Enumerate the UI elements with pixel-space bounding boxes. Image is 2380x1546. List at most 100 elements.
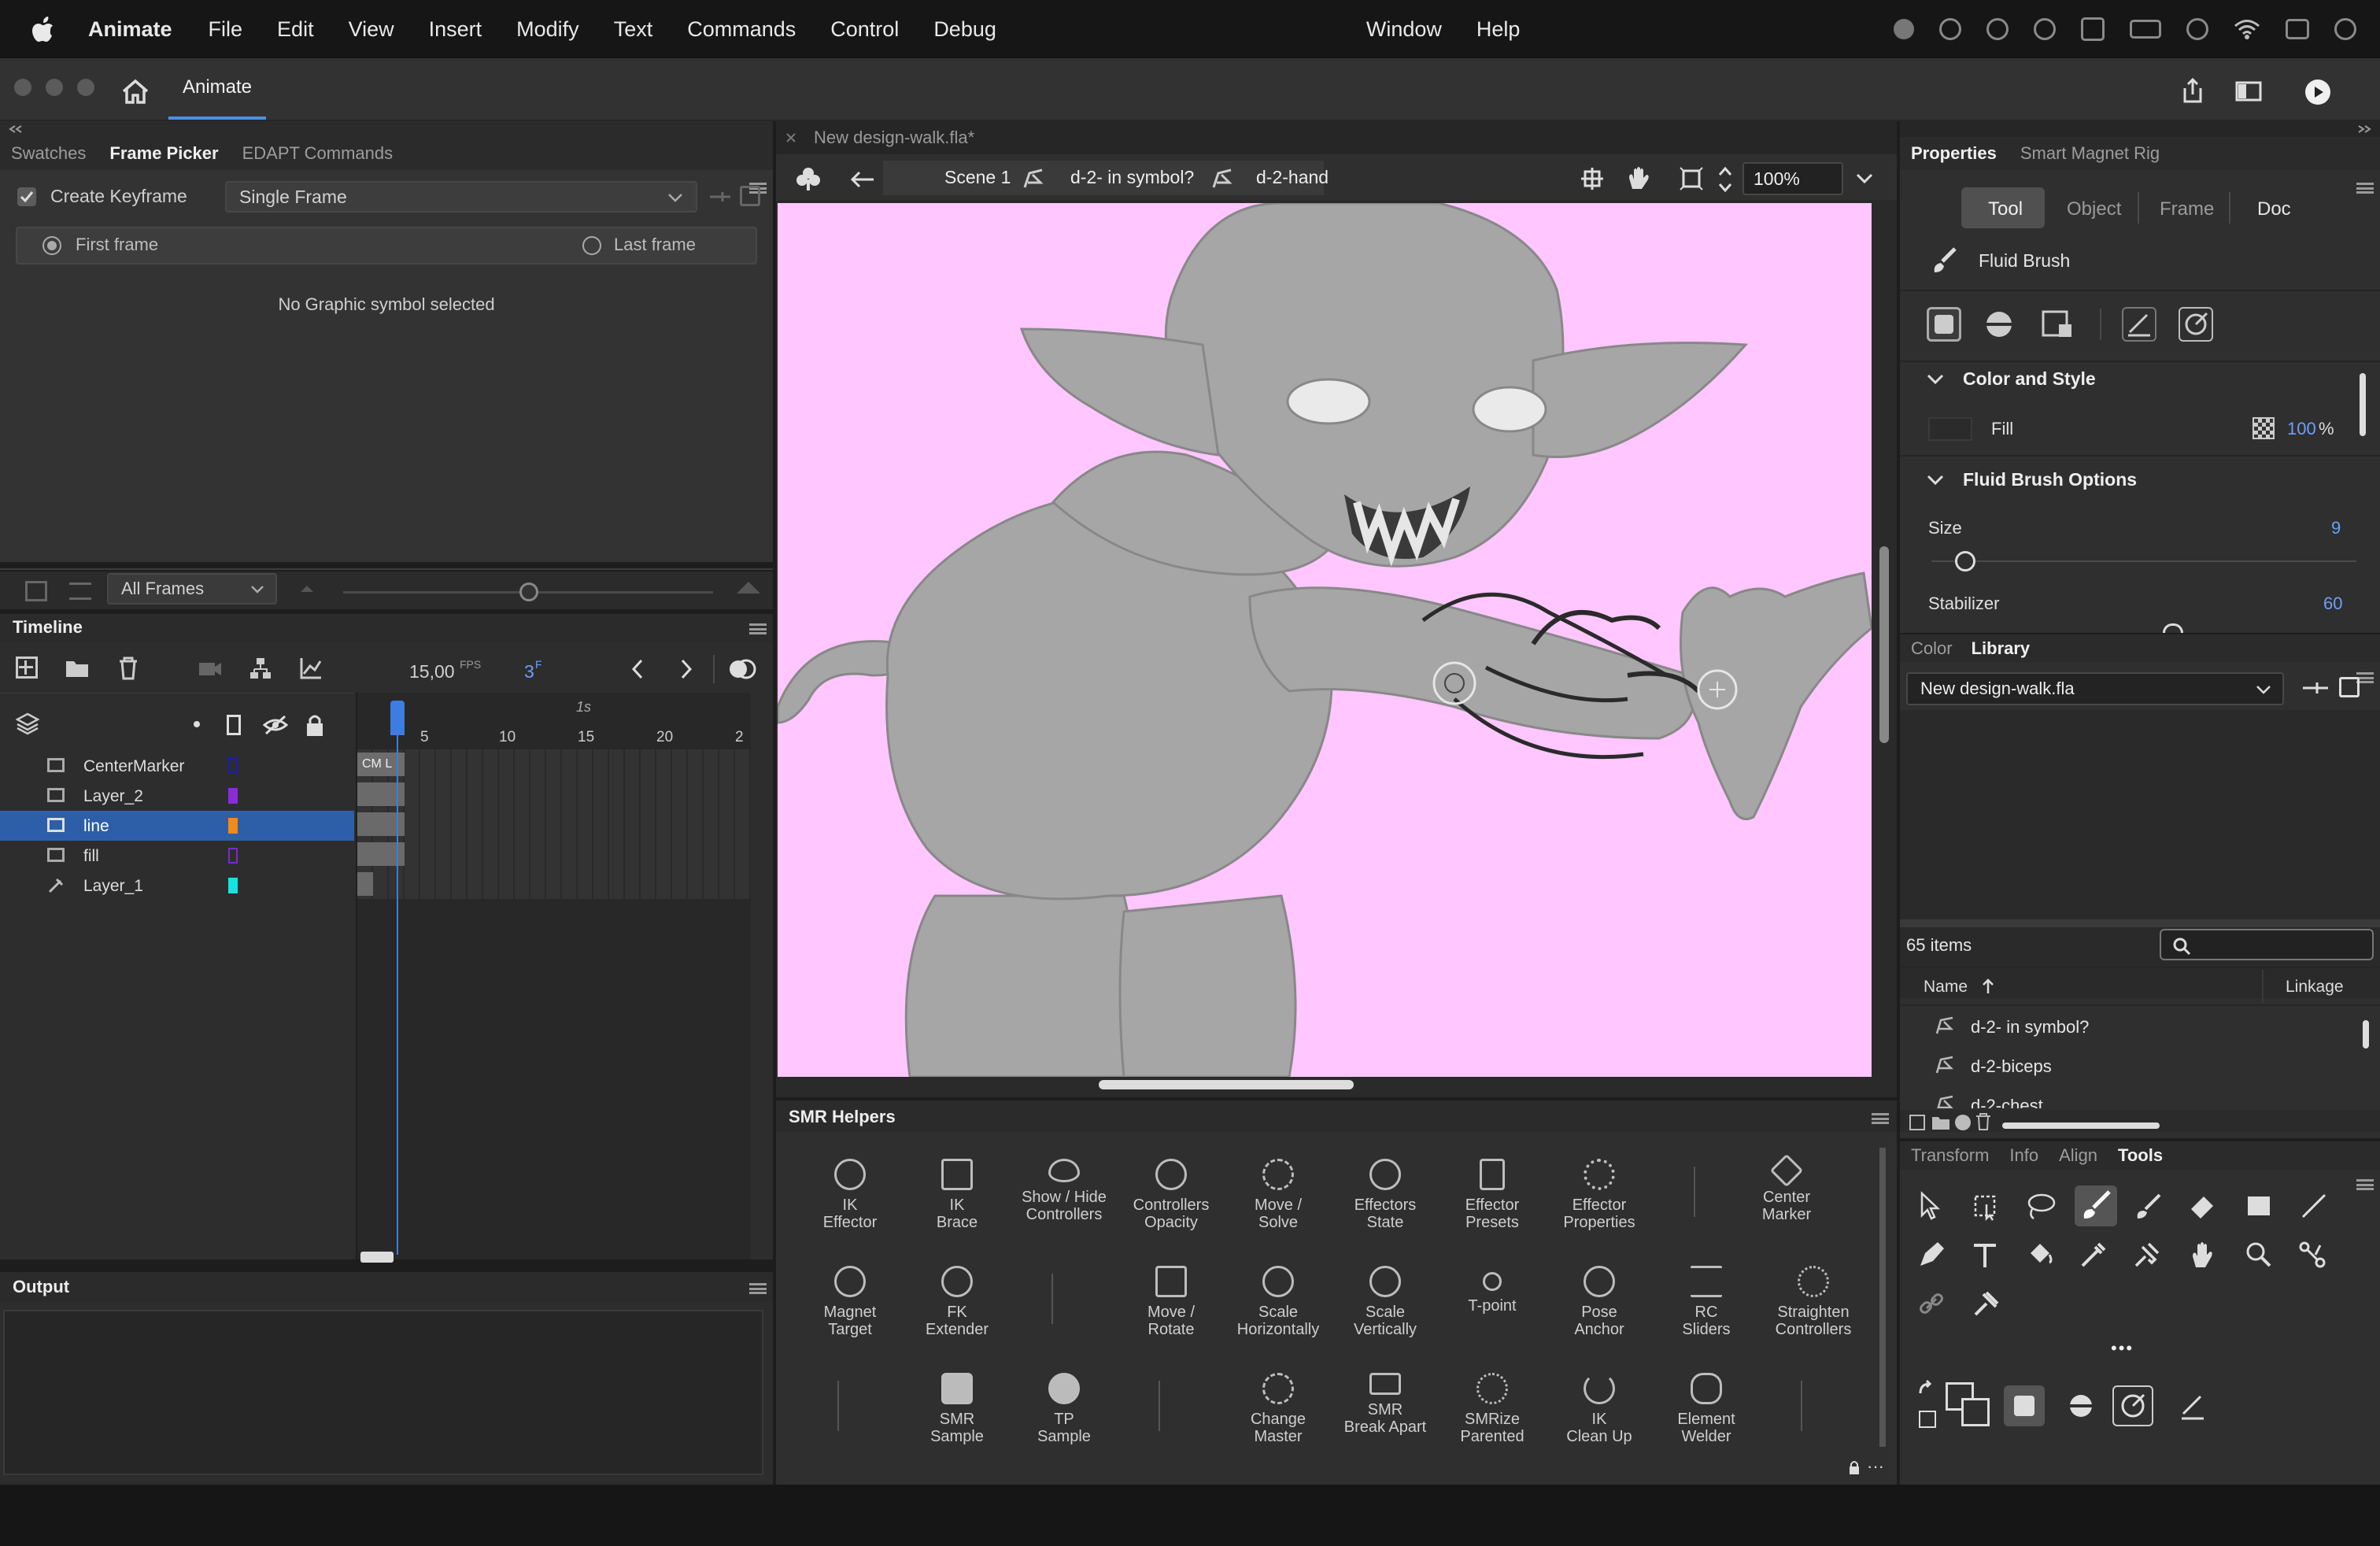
move-solve-button[interactable]: Move / Solve: [1225, 1159, 1332, 1231]
layers-icon[interactable]: [16, 712, 39, 735]
splitter[interactable]: [1900, 919, 2380, 927]
breadcrumb-hand[interactable]: d-2-hand: [1256, 167, 1329, 188]
swap-colors-icon[interactable]: [1916, 1378, 1947, 1409]
list-view-icon[interactable]: [69, 583, 91, 600]
graph-icon[interactable]: [299, 656, 323, 680]
next-frame-icon[interactable]: [678, 658, 694, 680]
subtab-doc[interactable]: Doc: [2257, 198, 2291, 220]
fill-color-tool-swatch[interactable]: [1961, 1398, 1990, 1426]
layer-color-swatch[interactable]: [228, 758, 238, 774]
pin-tool-icon[interactable]: [2131, 1239, 2163, 1270]
delete-icon[interactable]: [1975, 1113, 1991, 1130]
layer-row-selected[interactable]: line: [0, 811, 354, 841]
fk-extender-button[interactable]: FK Extender: [904, 1266, 1011, 1338]
menu-edit[interactable]: Edit: [277, 17, 314, 42]
frame-mode-select[interactable]: Single Frame: [225, 181, 697, 213]
move-rotate-button[interactable]: Move / Rotate: [1118, 1266, 1225, 1338]
fill-color-swatch[interactable]: [1928, 417, 1972, 441]
workspace-tab[interactable]: Animate: [168, 58, 266, 120]
properties-scrollbar[interactable]: [2360, 373, 2366, 436]
new-symbol-icon[interactable]: [1909, 1115, 1925, 1130]
play-status-icon[interactable]: [2034, 18, 2056, 40]
parenting-icon[interactable]: [249, 656, 272, 680]
layer-row[interactable]: Layer_1: [0, 871, 354, 901]
straighten-controllers-button[interactable]: Straighten Controllers: [1760, 1266, 1867, 1338]
delete-layer-icon[interactable]: [118, 656, 139, 680]
controllers-opacity-button[interactable]: Controllers Opacity: [1118, 1159, 1225, 1231]
effector-presets-button[interactable]: Effector Presets: [1439, 1159, 1546, 1231]
chevron-down-icon[interactable]: [1927, 373, 1944, 386]
fill-alpha-value[interactable]: 100: [2287, 419, 2316, 439]
lock-icon[interactable]: [1848, 1459, 1861, 1475]
layer-row[interactable]: CenterMarker: [0, 751, 354, 781]
paint-bucket-tool-icon[interactable]: [2024, 1239, 2056, 1270]
tab-smart-magnet-rig[interactable]: Smart Magnet Rig: [2020, 143, 2160, 164]
layer-color-swatch[interactable]: [228, 848, 238, 864]
draw-behind-tool-icon[interactable]: [2065, 1390, 2097, 1422]
stabilizer-slider-handle[interactable]: [2163, 623, 2183, 633]
minimize-window-button[interactable]: [46, 79, 63, 96]
close-window-button[interactable]: [14, 79, 31, 96]
new-layer-icon[interactable]: [16, 656, 38, 679]
output-text-area[interactable]: [3, 1310, 763, 1475]
tab-swatches[interactable]: Swatches: [11, 143, 86, 164]
scale-horizontally-button[interactable]: Scale Horizontally: [1225, 1266, 1332, 1338]
eraser-tool-icon[interactable]: [2186, 1190, 2218, 1222]
pin-icon[interactable]: [708, 189, 732, 205]
library-horizontal-scrollbar[interactable]: [2002, 1123, 2160, 1129]
line-tool-icon[interactable]: [2298, 1190, 2330, 1222]
smr-break-apart-button[interactable]: SMR Break Apart: [1332, 1373, 1439, 1436]
tab-align[interactable]: Align: [2059, 1145, 2097, 1166]
chevron-down-icon[interactable]: [1856, 173, 1873, 184]
menu-help[interactable]: Help: [1476, 17, 1521, 42]
tools-menu-icon[interactable]: [2356, 1179, 2374, 1190]
copy-icon[interactable]: [740, 186, 760, 206]
sort-up-icon[interactable]: [1982, 978, 1994, 995]
camera-icon[interactable]: [198, 660, 222, 677]
tp-sample-button[interactable]: TP Sample: [1011, 1373, 1118, 1445]
tab-info[interactable]: Info: [2009, 1145, 2038, 1166]
menu-file[interactable]: File: [209, 17, 243, 42]
breadcrumb-symbol[interactable]: d-2- in symbol?: [1070, 167, 1194, 188]
lock-icon[interactable]: [305, 713, 324, 737]
hide-eye-icon[interactable]: [263, 715, 288, 735]
menu-debug[interactable]: Debug: [933, 17, 996, 42]
smr-scrollbar[interactable]: [1879, 1148, 1886, 1447]
tab-edapt-commands[interactable]: EDAPT Commands: [242, 143, 394, 164]
stage-vertical-scrollbar[interactable]: [1879, 546, 1889, 743]
wifi-icon[interactable]: [2234, 19, 2260, 39]
center-stage-icon[interactable]: [1580, 167, 1604, 190]
fluid-brush-tool-active[interactable]: [2075, 1185, 2117, 1226]
velocity-tool[interactable]: [2112, 1385, 2153, 1426]
column-name-header[interactable]: Name: [1924, 978, 1968, 997]
alpha-checker-icon[interactable]: [2252, 417, 2275, 439]
tab-tools[interactable]: Tools: [2118, 1145, 2163, 1166]
ik-brace-button[interactable]: IK Brace: [904, 1159, 1011, 1231]
library-item[interactable]: d-2-chest: [1900, 1089, 2372, 1108]
brush-mode-tool[interactable]: [2004, 1385, 2045, 1426]
link-tool-icon[interactable]: [1916, 1288, 1947, 1319]
frame-filter-select[interactable]: All Frames: [107, 573, 277, 605]
new-folder-icon[interactable]: [1931, 1115, 1950, 1130]
rectangle-tool-icon[interactable]: [2243, 1190, 2275, 1222]
menu-control[interactable]: Control: [830, 17, 899, 42]
layer-row[interactable]: Layer_2: [0, 781, 354, 811]
menu-modify[interactable]: Modify: [516, 17, 579, 42]
scale-vertically-button[interactable]: Scale Vertically: [1332, 1266, 1439, 1338]
ik-effector-button[interactable]: IK Effector: [796, 1159, 904, 1231]
breadcrumb-scene[interactable]: Scene 1: [944, 167, 1011, 188]
frame-grid[interactable]: [357, 749, 751, 899]
timeline-scrollbar[interactable]: [360, 1252, 394, 1263]
ik-clean-up-button[interactable]: IK Clean Up: [1546, 1373, 1653, 1445]
stabilizer-value[interactable]: 60: [2323, 594, 2342, 614]
free-transform-tool-icon[interactable]: [1969, 1190, 2001, 1222]
pen-tool-icon[interactable]: [1916, 1239, 1947, 1270]
menu-window[interactable]: Window: [1366, 17, 1442, 42]
size-slider[interactable]: [1931, 560, 2356, 562]
size-slider-handle[interactable]: [1955, 551, 1975, 571]
pose-anchor-button[interactable]: Pose Anchor: [1546, 1266, 1653, 1338]
change-master-button[interactable]: Change Master: [1225, 1373, 1332, 1445]
draw-behind-icon[interactable]: [1985, 310, 2013, 338]
home-icon[interactable]: [121, 79, 150, 104]
share-icon[interactable]: [2180, 77, 2205, 104]
